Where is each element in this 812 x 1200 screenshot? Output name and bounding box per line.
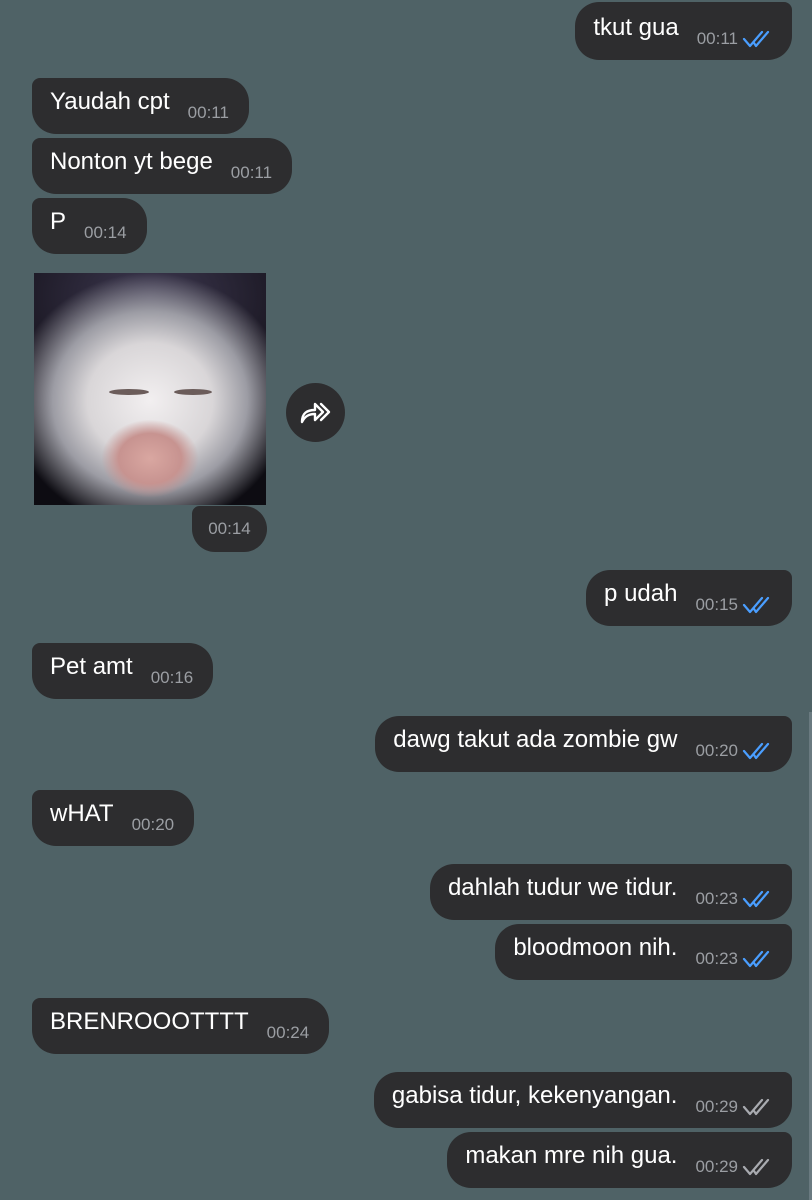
message-incoming[interactable]: P 00:14 xyxy=(20,198,147,254)
message-time: 00:11 xyxy=(696,29,738,48)
forward-icon xyxy=(300,402,330,423)
message-time: 00:15 xyxy=(695,595,738,614)
message-incoming[interactable]: Yaudah cpt 00:11 xyxy=(20,78,249,134)
photo-time-badge: 00:14 xyxy=(192,506,267,552)
message-text: makan mre nih gua. xyxy=(465,1142,678,1169)
message-text: tkut gua xyxy=(593,14,679,41)
message-text: gabisa tidur, kekenyangan. xyxy=(391,1082,678,1109)
message-bubble[interactable]: Nonton yt bege 00:11 xyxy=(32,138,293,194)
message-outgoing[interactable]: p udah 00:15 xyxy=(586,570,792,626)
message-text: dahlah tudur we tidur. xyxy=(447,874,678,901)
message-text: dawg takut ada zombie gw xyxy=(393,726,678,753)
message-text: bloodmoon nih. xyxy=(513,934,678,961)
message-outgoing[interactable]: dahlah tudur we tidur. 00:23 xyxy=(429,864,792,920)
delivered-ticks-icon xyxy=(742,1156,776,1178)
message-text: wHAT xyxy=(50,800,114,827)
message-time: 00:23 xyxy=(695,949,738,968)
message-bubble[interactable]: makan mre nih gua. 00:29 xyxy=(447,1132,792,1188)
message-time: 00:14 xyxy=(208,519,251,538)
message-incoming[interactable]: Nonton yt bege 00:11 xyxy=(20,138,293,194)
message-bubble[interactable]: Pet amt 00:16 xyxy=(32,643,214,699)
read-ticks-icon xyxy=(742,888,776,910)
message-bubble[interactable]: dahlah tudur we tidur. 00:23 xyxy=(429,864,792,920)
message-text: P xyxy=(50,208,67,235)
cat-eye-left xyxy=(109,389,149,395)
message-bubble[interactable]: dawg takut ada zombie gw 00:20 xyxy=(375,716,792,772)
message-incoming[interactable]: Pet amt 00:16 xyxy=(20,643,214,699)
message-incoming[interactable]: wHAT 00:20 xyxy=(20,790,195,846)
cat-photo[interactable] xyxy=(34,273,266,505)
read-ticks-icon xyxy=(742,740,776,762)
message-text: Nonton yt bege xyxy=(50,148,213,175)
message-time: 00:16 xyxy=(150,668,194,687)
message-bubble[interactable]: p udah 00:15 xyxy=(586,570,792,626)
message-bubble[interactable]: tkut gua 00:11 xyxy=(575,2,792,60)
chat-area[interactable]: tkut gua 00:11 Yaudah cpt 00:11 Nonton y… xyxy=(0,0,812,1200)
message-time: 00:24 xyxy=(266,1023,310,1042)
message-time: 00:23 xyxy=(695,889,738,908)
message-outgoing[interactable]: dawg takut ada zombie gw 00:20 xyxy=(375,716,792,772)
message-bubble[interactable]: bloodmoon nih. 00:23 xyxy=(495,924,792,980)
message-text: BRENROOOTTTT xyxy=(50,1008,249,1035)
message-time: 00:29 xyxy=(695,1157,738,1176)
delivered-ticks-icon xyxy=(742,1096,776,1118)
read-ticks-icon xyxy=(742,594,776,616)
message-outgoing[interactable]: tkut gua 00:11 xyxy=(575,2,792,60)
message-outgoing[interactable]: bloodmoon nih. 00:23 xyxy=(495,924,792,980)
cat-eye-right xyxy=(174,389,212,395)
read-ticks-icon xyxy=(742,28,776,50)
message-time: 00:20 xyxy=(695,741,738,760)
message-outgoing[interactable]: gabisa tidur, kekenyangan. 00:29 xyxy=(373,1072,792,1128)
message-time: 00:20 xyxy=(131,815,175,834)
message-time: 00:14 xyxy=(84,223,127,242)
forward-button[interactable] xyxy=(286,383,345,442)
message-bubble[interactable]: wHAT 00:20 xyxy=(32,790,195,846)
message-incoming[interactable]: BRENROOOTTTT 00:24 xyxy=(20,998,330,1054)
message-time: 00:11 xyxy=(187,103,229,122)
read-ticks-icon xyxy=(742,948,776,970)
message-text: p udah xyxy=(604,580,678,607)
message-text: Yaudah cpt xyxy=(50,88,170,115)
message-bubble[interactable]: Yaudah cpt 00:11 xyxy=(32,78,249,134)
message-time: 00:11 xyxy=(230,163,273,182)
message-bubble[interactable]: BRENROOOTTTT 00:24 xyxy=(32,998,330,1054)
message-text: Pet amt xyxy=(50,653,133,680)
message-time: 00:29 xyxy=(695,1097,738,1116)
message-bubble[interactable]: gabisa tidur, kekenyangan. 00:29 xyxy=(373,1072,792,1128)
message-outgoing[interactable]: makan mre nih gua. 00:29 xyxy=(447,1132,792,1188)
message-bubble[interactable]: P 00:14 xyxy=(32,198,147,254)
